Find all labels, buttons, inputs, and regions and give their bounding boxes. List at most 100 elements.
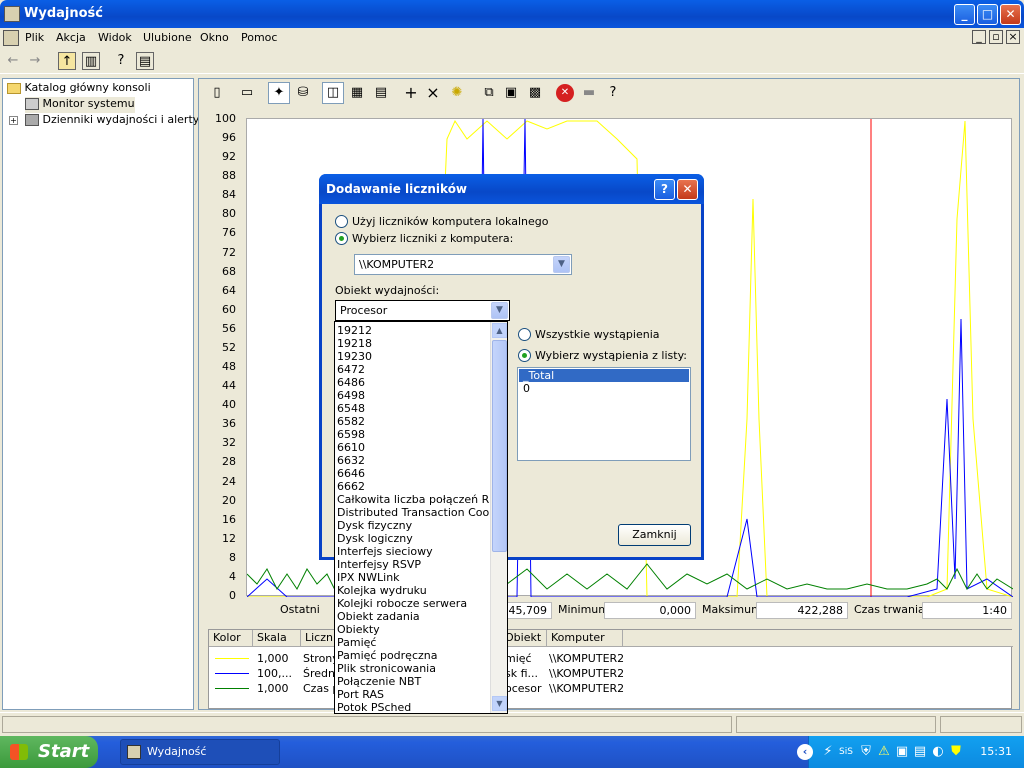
- computer-combo[interactable]: \\KOMPUTER2 ▼: [354, 254, 572, 275]
- paste-counter-list-icon[interactable]: ▣: [502, 84, 520, 102]
- mmc-icon[interactable]: [3, 30, 19, 46]
- tree-item-logs[interactable]: Dzienniki wydajności i alerty: [25, 113, 199, 129]
- legend-row[interactable]: 1,000 Strony mięć \\KOMPUTER2: [209, 651, 1013, 666]
- radio-remote[interactable]: [335, 232, 348, 245]
- radio-local-label[interactable]: Użyj liczników komputera lokalnego: [352, 215, 548, 228]
- speaker-icon[interactable]: ◐: [929, 743, 947, 761]
- object-list-item[interactable]: Plik stronicowania: [337, 662, 489, 675]
- legend-row[interactable]: 1,000 Czas p ocesor \\KOMPUTER2: [209, 681, 1013, 696]
- dialog-close-button[interactable]: ✕: [677, 179, 698, 200]
- list-scrollbar[interactable]: ▲ ▼: [490, 322, 507, 713]
- object-list-item[interactable]: 6498: [337, 389, 489, 402]
- add-icon[interactable]: +: [402, 84, 420, 102]
- legend-row[interactable]: 100,... Średni sk fi... \\KOMPUTER2: [209, 666, 1013, 681]
- legend-header-computer[interactable]: Komputer: [547, 630, 623, 647]
- object-list-item[interactable]: Całkowita liczba połączeń RAS: [337, 493, 489, 506]
- object-list-item[interactable]: 19212: [337, 324, 489, 337]
- new-counter-set-icon[interactable]: ▯: [208, 84, 226, 102]
- child-minimize-button[interactable]: _: [972, 30, 986, 44]
- scroll-up-icon[interactable]: ▲: [492, 323, 507, 338]
- scroll-thumb[interactable]: [492, 340, 507, 552]
- chevron-down-icon[interactable]: ▼: [553, 256, 570, 273]
- object-list-item[interactable]: Pamięć podręczna: [337, 649, 489, 662]
- object-list-item[interactable]: Port RAS: [337, 688, 489, 701]
- view-graph-icon[interactable]: ◫: [322, 82, 344, 104]
- update-data-icon[interactable]: ▬: [580, 84, 598, 102]
- chevron-left-icon[interactable]: ‹: [797, 744, 813, 760]
- log-data-icon[interactable]: ⛁: [294, 84, 312, 102]
- menu-pomoc[interactable]: Pomoc: [241, 31, 277, 44]
- menu-plik[interactable]: Plik: [25, 31, 44, 44]
- object-dropdown-list[interactable]: 19212 19218 19230 6472 6486 6498 6548 6582 6598 6…: [334, 321, 508, 714]
- object-list-item[interactable]: Interfejs sieciowy: [337, 545, 489, 558]
- object-list-item[interactable]: 6646: [337, 467, 489, 480]
- back-arrow-icon[interactable]: ←: [4, 52, 22, 70]
- view-report-icon[interactable]: ▤: [372, 84, 390, 102]
- minimize-button[interactable]: _: [954, 4, 975, 25]
- object-list-item[interactable]: 6472: [337, 363, 489, 376]
- radio-list-instances[interactable]: [518, 349, 531, 362]
- object-list-item[interactable]: Kolejka wydruku: [337, 584, 489, 597]
- object-list-item[interactable]: 6598: [337, 428, 489, 441]
- legend-header-color[interactable]: Kolor: [209, 630, 253, 647]
- menu-okno[interactable]: Okno: [200, 31, 229, 44]
- object-list-item[interactable]: Dysk fizyczny: [337, 519, 489, 532]
- display-icon[interactable]: ▤: [911, 743, 929, 761]
- child-close-button[interactable]: ×: [1006, 30, 1020, 44]
- tree-root[interactable]: Katalog główny konsoli: [7, 81, 151, 97]
- instance-item[interactable]: _Total: [519, 369, 689, 382]
- object-list-item[interactable]: 19230: [337, 350, 489, 363]
- object-list-item[interactable]: Distributed Transaction Coordina: [337, 506, 489, 519]
- object-list-item[interactable]: 19218: [337, 337, 489, 350]
- object-list-item[interactable]: 6582: [337, 415, 489, 428]
- copy-properties-icon[interactable]: ⧉: [480, 84, 498, 102]
- alert-icon[interactable]: ⚠: [875, 743, 893, 761]
- menu-widok[interactable]: Widok: [98, 31, 132, 44]
- help-button[interactable]: ?: [654, 179, 675, 200]
- instance-item[interactable]: 0: [519, 382, 689, 395]
- legend-header-scale[interactable]: Skala: [253, 630, 301, 647]
- current-activity-icon[interactable]: ✦: [268, 82, 290, 104]
- scroll-down-icon[interactable]: ▼: [492, 696, 507, 711]
- properties-icon[interactable]: ▩: [526, 84, 544, 102]
- maximize-button[interactable]: □: [977, 4, 998, 25]
- object-list-item[interactable]: Dysk logiczny: [337, 532, 489, 545]
- object-list-item[interactable]: 6486: [337, 376, 489, 389]
- close-dialog-button[interactable]: Zamknij: [618, 524, 691, 546]
- clear-display-icon[interactable]: ▭: [238, 84, 256, 102]
- taskbar-item[interactable]: Wydajność: [120, 739, 280, 765]
- monitor-icon[interactable]: ▣: [893, 743, 911, 761]
- menu-akcja[interactable]: Akcja: [56, 31, 86, 44]
- delete-icon[interactable]: ×: [424, 84, 442, 102]
- forward-arrow-icon[interactable]: →: [26, 52, 44, 70]
- object-combo[interactable]: Procesor ▼: [335, 300, 510, 321]
- view-histogram-icon[interactable]: ▦: [348, 84, 366, 102]
- object-list-item[interactable]: Obiekt zadania: [337, 610, 489, 623]
- properties-icon[interactable]: ?: [112, 52, 130, 70]
- tree-item-monitor[interactable]: Monitor systemu: [25, 97, 135, 113]
- child-restore-button[interactable]: ▫: [989, 30, 1003, 44]
- radio-all-instances[interactable]: [518, 328, 531, 341]
- show-tree-icon[interactable]: ▥: [82, 52, 100, 70]
- start-button[interactable]: Start: [0, 736, 98, 768]
- clock[interactable]: 15:31: [980, 745, 1012, 758]
- object-list-item[interactable]: 6610: [337, 441, 489, 454]
- object-list-item[interactable]: Kolejki robocze serwera: [337, 597, 489, 610]
- object-list-item[interactable]: 6548: [337, 402, 489, 415]
- view-icon[interactable]: ▤: [136, 52, 154, 70]
- radio-remote-label[interactable]: Wybierz liczniki z komputera:: [352, 232, 513, 245]
- sis-icon[interactable]: SiS: [837, 743, 855, 761]
- object-list-item[interactable]: Pamięć: [337, 636, 489, 649]
- highlight-icon[interactable]: ✺: [448, 84, 466, 102]
- object-list-item[interactable]: Połączenie NBT: [337, 675, 489, 688]
- object-list-item[interactable]: 6632: [337, 454, 489, 467]
- menu-ulubione[interactable]: Ulubione: [143, 31, 192, 44]
- instance-list[interactable]: _Total 0: [517, 367, 691, 461]
- radio-all-label[interactable]: Wszystkie wystąpienia: [535, 328, 660, 341]
- radio-list-label[interactable]: Wybierz wystąpienia z listy:: [535, 349, 687, 362]
- object-list-item[interactable]: Obiekty: [337, 623, 489, 636]
- network-icon[interactable]: ⚡: [819, 743, 837, 761]
- object-list-item[interactable]: IPX NWLink: [337, 571, 489, 584]
- close-button[interactable]: ✕: [1000, 4, 1021, 25]
- object-list-item[interactable]: Potok PSched: [337, 701, 489, 714]
